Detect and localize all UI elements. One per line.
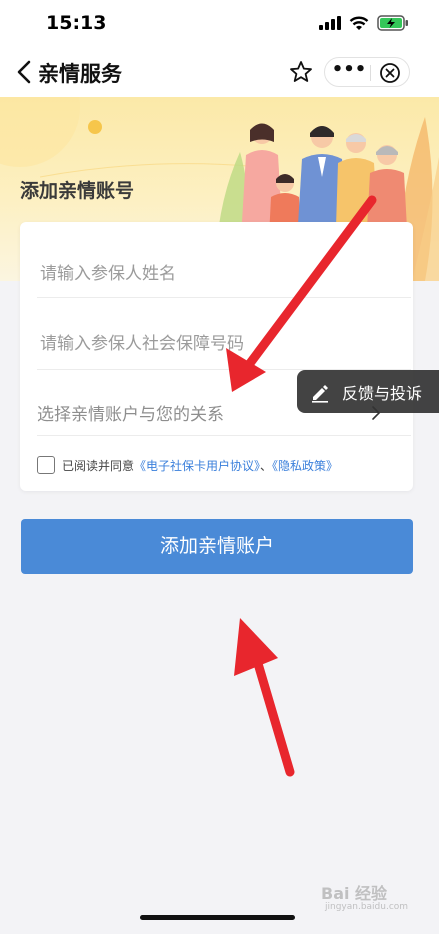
name-field[interactable]: 请输入参保人姓名: [37, 232, 411, 298]
chevron-left-icon[interactable]: [12, 58, 38, 86]
circle-close-icon[interactable]: [379, 62, 401, 84]
status-bar: 15:13: [0, 0, 439, 48]
miniprogram-capsule: •••: [324, 57, 410, 87]
capsule-divider: [370, 65, 371, 81]
watermark-text: Bai 经验: [321, 884, 388, 903]
edit-pen-icon: [312, 384, 328, 403]
star-outline-icon[interactable]: [288, 59, 314, 85]
agreement-row: 已阅读并同意《电子社保卡用户协议》、《隐私政策》: [37, 455, 338, 475]
watermark-subtext: jingyan.baidu.com: [325, 902, 409, 912]
signal-icon: [319, 16, 341, 30]
social-security-number-placeholder: 请输入参保人社会保障号码: [40, 334, 244, 354]
name-field-placeholder: 请输入参保人姓名: [40, 264, 176, 284]
add-family-account-button[interactable]: 添加亲情账户: [21, 519, 413, 574]
wifi-icon: [349, 16, 369, 30]
more-button[interactable]: •••: [331, 58, 367, 86]
form-card: 请输入参保人姓名 请输入参保人社会保障号码 选择亲情账户与您的关系 已阅读并同意…: [20, 222, 413, 491]
watermark: Bai 经验 jingyan.baidu.com: [321, 878, 411, 918]
banner-title: 添加亲情账号: [20, 180, 135, 202]
user-agreement-link[interactable]: 《电子社保卡用户协议》: [134, 459, 260, 473]
agreement-checkbox[interactable]: [37, 456, 55, 474]
status-icons: [319, 15, 409, 31]
agreement-prefix: 已阅读并同意: [62, 458, 135, 473]
relationship-select-placeholder: 选择亲情账户与您的关系: [37, 405, 224, 425]
home-indicator: [140, 915, 295, 920]
status-time: 15:13: [46, 12, 107, 34]
nav-bar: 亲情服务 •••: [0, 48, 439, 97]
annotation-arrow-up: [234, 618, 295, 777]
feedback-label: 反馈与投诉: [342, 383, 423, 403]
agreement-separator: 、: [260, 458, 273, 473]
battery-charging-icon: [377, 15, 408, 31]
agreement-text: 已阅读并同意《电子社保卡用户协议》、《隐私政策》: [62, 457, 338, 474]
feedback-button[interactable]: 反馈与投诉: [297, 370, 439, 413]
social-security-number-field[interactable]: 请输入参保人社会保障号码: [37, 298, 411, 370]
privacy-policy-link[interactable]: 《隐私政策》: [272, 459, 338, 473]
page-title: 亲情服务: [38, 62, 122, 86]
